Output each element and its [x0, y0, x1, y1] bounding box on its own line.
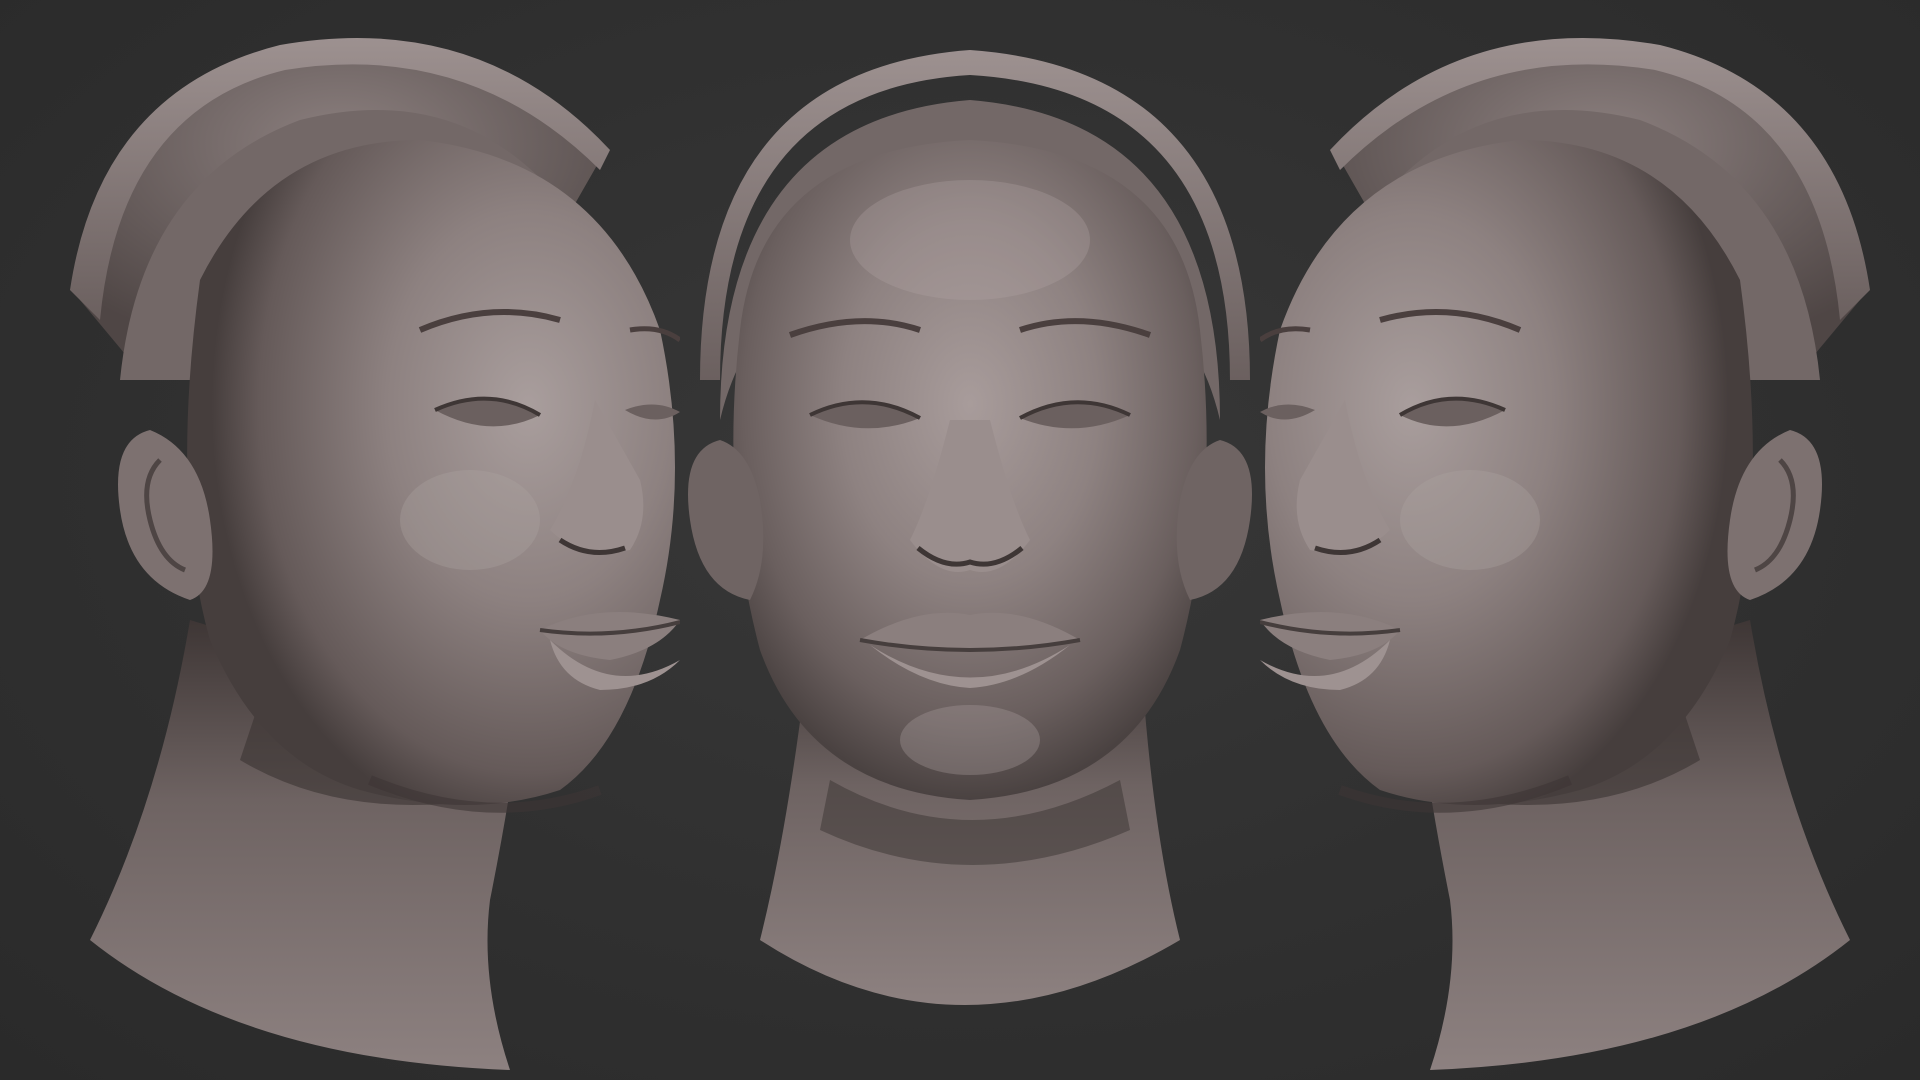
- sculpt-render-viewport: [0, 0, 1920, 1080]
- head-view-front: [660, 0, 1280, 1080]
- head-sculpt-three-quarter-right-icon: [1260, 38, 1870, 1070]
- head-sculpt-three-quarter-left-icon: [70, 38, 680, 1070]
- head-view-three-quarter-right: [1260, 0, 1900, 1080]
- head-sculpt-front-icon: [688, 50, 1252, 1005]
- head-view-three-quarter-left: [40, 0, 680, 1080]
